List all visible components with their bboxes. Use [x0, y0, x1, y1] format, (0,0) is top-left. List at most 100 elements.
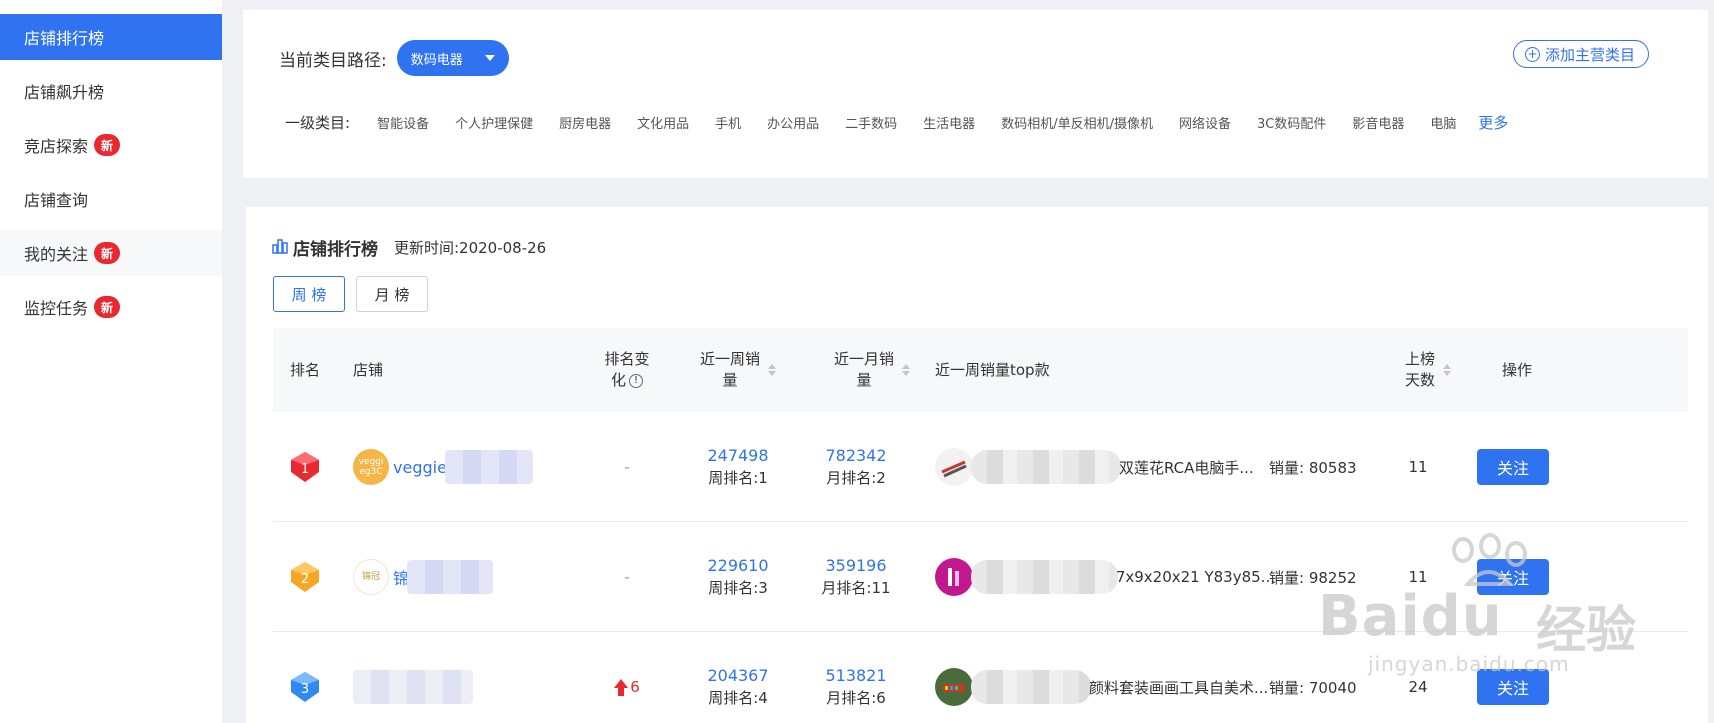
- rank-number: 2: [301, 572, 309, 587]
- col-week-label-2: 量: [722, 371, 738, 389]
- page-title: 店铺排行榜: [293, 240, 378, 260]
- follow-button[interactable]: 关注: [1477, 449, 1549, 485]
- col-month-sales[interactable]: 近一月销 量: [817, 328, 927, 412]
- week-sales-link[interactable]: 204367: [707, 665, 768, 687]
- new-badge: 新: [94, 242, 121, 264]
- month-rank: 月排名:6: [826, 689, 886, 707]
- days-cell: 24: [1393, 632, 1443, 723]
- week-sales-cell: 229610 周排名:3: [683, 522, 793, 632]
- category-path-value: 数码电器: [410, 52, 463, 68]
- month-sales-cell: 359196 月排名:11: [801, 522, 911, 632]
- top-item-name[interactable]: 7x9x20x21 Y83y85...: [1116, 568, 1275, 586]
- category-item[interactable]: 电脑: [1430, 113, 1456, 132]
- blurred-text: [971, 670, 1091, 704]
- col-days[interactable]: 上榜 天数: [1393, 328, 1463, 412]
- top-item-name[interactable]: 双莲花RCA电脑手...: [1119, 457, 1254, 478]
- store-cell[interactable]: 锦冠 锦: [353, 522, 583, 632]
- sidebar-item-monitor-tasks[interactable]: 监控任务 新: [0, 284, 222, 330]
- category-item[interactable]: 个人护理保健: [455, 113, 533, 132]
- tab-weekly[interactable]: 周 榜: [273, 276, 345, 312]
- top-item-name[interactable]: 颜料套装画画工具自美术...: [1089, 677, 1268, 698]
- sidebar-item-competitor-explore[interactable]: 竞店探索 新: [0, 122, 222, 168]
- category-item[interactable]: 3C数码配件: [1257, 113, 1326, 132]
- bar-chart-icon: [272, 238, 288, 258]
- sidebar-item-my-follows[interactable]: 我的关注 新: [0, 230, 222, 276]
- week-rank: 周排名:1: [708, 469, 768, 487]
- plus-circle-icon: +: [1524, 46, 1540, 62]
- category-item[interactable]: 文化用品: [637, 113, 689, 132]
- product-thumbnail: [935, 668, 973, 706]
- category-item[interactable]: 数码相机/单反相机/摄像机: [1001, 113, 1153, 132]
- sort-icon[interactable]: [1443, 364, 1451, 376]
- days-cell: 11: [1393, 522, 1443, 632]
- month-sales-link[interactable]: 513821: [825, 665, 886, 687]
- top-item-cell[interactable]: 颜料套装画画工具自美术...: [935, 632, 1275, 723]
- category-item[interactable]: 手机: [715, 113, 741, 132]
- sidebar-item-label: 店铺排行榜: [24, 29, 105, 48]
- sidebar-item-store-rising[interactable]: 店铺飙升榜: [0, 68, 222, 114]
- col-top-item-label: 近一周销量top款: [935, 360, 1050, 379]
- category-item[interactable]: 网络设备: [1179, 113, 1231, 132]
- category-item[interactable]: 办公用品: [767, 113, 819, 132]
- sidebar-item-label: 店铺查询: [24, 191, 89, 210]
- rank-change: -: [624, 568, 630, 586]
- col-days-label: 上榜: [1404, 350, 1435, 368]
- sidebar-item-store-ranking[interactable]: 店铺排行榜: [0, 14, 222, 60]
- category-item[interactable]: 影音电器: [1352, 113, 1404, 132]
- col-rank-label: 排名: [289, 360, 320, 379]
- add-main-category-button[interactable]: + 添加主营类目: [1512, 40, 1649, 68]
- month-sales-link[interactable]: 782342: [825, 445, 886, 467]
- tab-monthly[interactable]: 月 榜: [356, 276, 428, 312]
- category-more-link[interactable]: 更多: [1478, 112, 1508, 133]
- level1-category-list: 一级类目: 智能设备 个人护理保健 厨房电器 文化用品 手机 办公用品 二手数码…: [285, 112, 1508, 133]
- category-item[interactable]: 生活电器: [923, 113, 975, 132]
- col-action: 操作: [1477, 328, 1557, 412]
- top-item-cell[interactable]: 双莲花RCA电脑手...: [935, 412, 1275, 522]
- caret-down-icon: [484, 55, 495, 61]
- week-rank: 周排名:4: [708, 689, 768, 707]
- level1-category-label: 一级类目:: [285, 114, 351, 132]
- store-cell[interactable]: veggi eg3C veggie: [353, 412, 583, 522]
- category-path: 当前类目路径: 数码电器: [279, 40, 509, 76]
- action-cell: 关注: [1477, 412, 1549, 522]
- col-store: 店铺: [353, 328, 413, 412]
- month-sales-link[interactable]: 359196: [825, 555, 886, 577]
- rank-change-value: 6: [630, 678, 640, 696]
- col-rank: 排名: [273, 328, 337, 412]
- category-item[interactable]: 厨房电器: [559, 113, 611, 132]
- store-cell[interactable]: [353, 632, 583, 723]
- follow-button[interactable]: 关注: [1477, 559, 1549, 595]
- store-name-link[interactable]: veggie: [393, 458, 447, 477]
- week-sales-link[interactable]: 229610: [707, 555, 768, 577]
- category-path-select[interactable]: 数码电器: [396, 40, 509, 76]
- sort-icon[interactable]: [768, 364, 776, 376]
- top-item-cell[interactable]: 7x9x20x21 Y83y85...: [935, 522, 1275, 632]
- rank-change: 6: [614, 678, 640, 696]
- rank-change-cell: -: [587, 522, 667, 632]
- table-row: 3 6 204367 周排名:4 513821 月排名:6 颜料套装画画工具自美…: [273, 632, 1688, 723]
- col-change-label-2: 化: [610, 371, 626, 389]
- category-item[interactable]: 二手数码: [845, 113, 897, 132]
- col-week-sales[interactable]: 近一周销 量: [683, 328, 793, 412]
- arrow-up-icon: [614, 678, 629, 696]
- sidebar-item-label: 我的关注: [24, 245, 89, 264]
- rank-cell: 1: [273, 412, 337, 522]
- store-logo: 锦冠: [353, 559, 389, 595]
- rank-change: -: [624, 458, 630, 476]
- category-item[interactable]: 智能设备: [377, 113, 429, 132]
- follow-button[interactable]: 关注: [1477, 669, 1549, 705]
- sidebar-item-store-query[interactable]: 店铺查询: [0, 176, 222, 222]
- col-month-label-2: 量: [856, 371, 872, 389]
- add-main-category-label: 添加主营类目: [1544, 45, 1635, 64]
- category-path-label: 当前类目路径:: [279, 50, 387, 71]
- week-sales-link[interactable]: 247498: [707, 445, 768, 467]
- ranking-table: 排名 店铺 排名变 化! 近一周销 量 近一月销 量 近一周销量top款 上榜 …: [273, 328, 1688, 723]
- sort-icon[interactable]: [902, 364, 910, 376]
- info-icon[interactable]: !: [629, 373, 643, 388]
- sidebar-item-label: 店铺飙升榜: [24, 83, 105, 102]
- sidebar-item-label: 监控任务: [24, 299, 89, 318]
- rank-number: 1: [301, 462, 309, 477]
- week-sales-cell: 204367 周排名:4: [683, 632, 793, 723]
- table-header: 排名 店铺 排名变 化! 近一周销 量 近一月销 量 近一周销量top款 上榜 …: [273, 328, 1688, 412]
- gold-medal-icon: 2: [291, 562, 319, 592]
